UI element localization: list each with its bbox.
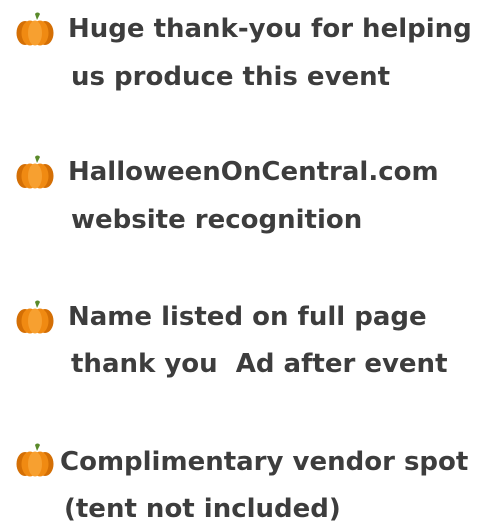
benefit-text-line-1: Name listed on full page [68, 302, 427, 332]
pumpkin-icon [16, 155, 54, 189]
benefit-text-line-1: Huge thank-you for helping [68, 14, 472, 44]
benefit-text-line-2: (tent not included) [64, 494, 341, 524]
benefit-list: Huge thank-you for helping us produce th… [0, 0, 503, 524]
benefit-text-line-1: Complimentary vendor spot [60, 447, 469, 477]
benefit-text-line-2: us produce this event [71, 62, 391, 92]
pumpkin-icon [16, 12, 54, 46]
benefit-text-line-2: website recognition [71, 205, 363, 235]
benefit-text-line-2: thank you Ad after event [71, 349, 448, 379]
benefit-text-line-1: HalloweenOnCentral.com [68, 157, 439, 187]
pumpkin-icon [16, 300, 54, 334]
pumpkin-icon [16, 443, 54, 477]
